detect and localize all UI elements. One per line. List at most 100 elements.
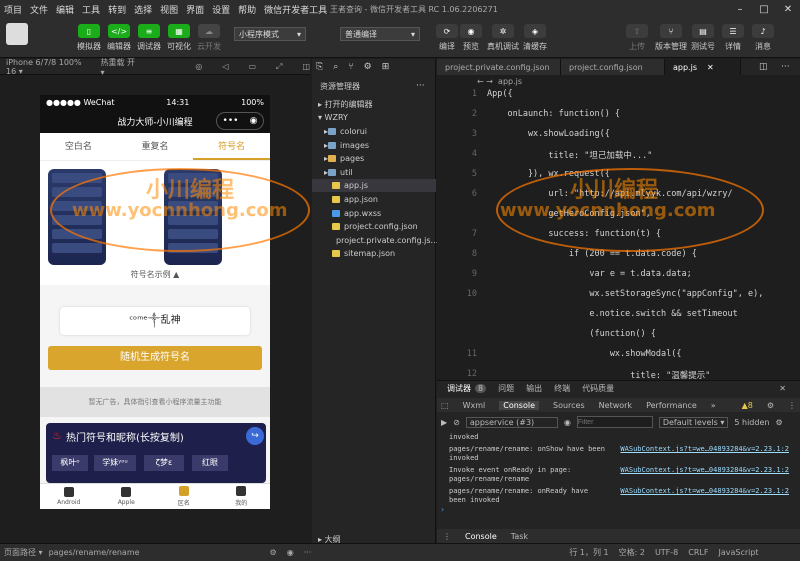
file-item[interactable]: project.private.config.js...: [312, 234, 438, 247]
hot-tag[interactable]: ζ梦ε: [144, 455, 184, 471]
log-source-link[interactable]: WASubContext.js?t=we…04893284&v=2.23.1:2: [620, 466, 789, 475]
gear-icon[interactable]: ⚙: [767, 401, 774, 410]
share-icon[interactable]: ↪: [246, 427, 264, 445]
log-source-link[interactable]: WASubContext.js?t=we…04893284&v=2.23.1:2: [620, 445, 789, 454]
more-tabs[interactable]: »: [711, 401, 716, 410]
debug-icon[interactable]: ⚙: [364, 62, 372, 72]
version-button[interactable]: ⑂ 版本管理: [655, 24, 687, 52]
gear-icon[interactable]: ⚙: [775, 418, 782, 427]
tab-output[interactable]: 输出: [526, 383, 542, 394]
menu-item-view[interactable]: 视图: [156, 3, 182, 16]
hot-reload-toggle[interactable]: 热重载 开 ▾: [100, 57, 135, 77]
folder-item[interactable]: ▸ pages: [312, 152, 436, 165]
tab-duplicate[interactable]: 重复名: [117, 133, 194, 160]
tab-task[interactable]: Task: [511, 532, 528, 541]
filter-input[interactable]: [576, 416, 653, 428]
warning-badge[interactable]: ▲8: [742, 401, 753, 410]
generate-button[interactable]: 随机生成符号名: [48, 346, 262, 370]
code-line[interactable]: wx.showLoading({: [487, 129, 610, 139]
tab-code-quality[interactable]: 代码质量: [582, 383, 614, 394]
code-line[interactable]: title: "坦己加载中...": [487, 149, 652, 161]
tab-performance[interactable]: Performance: [646, 401, 697, 410]
maximize-icon[interactable]: □: [752, 0, 776, 18]
minimize-icon[interactable]: –: [728, 0, 752, 18]
code-line[interactable]: url: "http://api.mlyyk.com/api/wzry/: [487, 189, 732, 199]
avatar[interactable]: [6, 23, 28, 45]
line-ending[interactable]: CRLF: [688, 548, 708, 557]
mode-select[interactable]: 小程序模式 ▾: [234, 27, 306, 41]
close-icon[interactable]: ✕: [707, 63, 714, 72]
forward-icon[interactable]: →: [486, 77, 493, 86]
folder-item[interactable]: ▸ util: [312, 166, 436, 179]
tab-issues[interactable]: 问题: [498, 383, 514, 394]
menu-item-devtools[interactable]: 微信开发者工具: [260, 3, 331, 16]
more-icon[interactable]: ⋮: [443, 532, 451, 541]
menu-item-settings[interactable]: 设置: [208, 3, 234, 16]
file-item[interactable]: sitemap.json: [312, 247, 436, 260]
code-line[interactable]: wx.setStorageSync("appConfig", e),: [487, 289, 763, 299]
code-line[interactable]: wx.showModal({: [487, 349, 682, 359]
popout-icon[interactable]: ◫: [302, 62, 310, 71]
levels-select[interactable]: Default levels ▾: [658, 416, 729, 428]
context-select[interactable]: appservice (#3): [465, 416, 558, 428]
menu-item-tools[interactable]: 工具: [78, 3, 104, 16]
file-item[interactable]: app.js: [312, 179, 436, 193]
gear-icon[interactable]: ⚙: [270, 548, 277, 557]
sidebar-icon[interactable]: ▶: [441, 418, 447, 427]
footer-tab-android[interactable]: Android: [40, 484, 98, 509]
close-icon[interactable]: ✕: [776, 0, 800, 18]
name-input[interactable]: ᶜᵒᵐᵉ༒乱神: [60, 307, 250, 335]
code-line[interactable]: var e = t.data.data;: [487, 269, 691, 279]
example-label[interactable]: 符号名示例 ▲: [40, 269, 270, 280]
folder-item[interactable]: ▸ images: [312, 139, 436, 152]
prompt-icon[interactable]: ›: [441, 505, 444, 514]
remote-debug-button[interactable]: ✲ 真机调试: [487, 24, 519, 52]
visual-button[interactable]: ▦ 可视化: [166, 24, 192, 52]
inspect-icon[interactable]: ⬚: [441, 401, 449, 410]
log-source-link[interactable]: WASubContext.js?t=we…04893284&v=2.23.1:2: [620, 487, 789, 496]
footer-tab-mine[interactable]: 我的: [213, 484, 271, 509]
menu-item-file[interactable]: 文件: [26, 3, 52, 16]
extensions-icon[interactable]: ⊞: [382, 62, 390, 72]
menu-item-ui[interactable]: 界面: [182, 3, 208, 16]
compile-button[interactable]: ⟳ 编译: [434, 24, 460, 52]
footer-tab-region[interactable]: 区名: [155, 484, 213, 509]
code-line[interactable]: }), wx.request({: [487, 169, 610, 179]
upload-button[interactable]: ⇧ 上传: [624, 24, 650, 52]
hot-tag[interactable]: 枫叶ᵒ: [52, 455, 88, 471]
code-line[interactable]: success: function(t) {: [487, 229, 661, 239]
code-line[interactable]: e.notice.switch && setTimeout: [487, 309, 737, 319]
editor-tab[interactable]: project.private.config.json: [437, 59, 561, 75]
file-item[interactable]: app.json: [312, 193, 436, 206]
details-button[interactable]: ☰ 详情: [720, 24, 746, 52]
tab-symbol[interactable]: 符号名: [193, 133, 270, 160]
menu-item-goto[interactable]: 转到: [104, 3, 130, 16]
editor-button[interactable]: </> 编辑器: [106, 24, 132, 52]
more-icon[interactable]: •••: [223, 116, 239, 126]
tab-sources[interactable]: Sources: [553, 401, 585, 410]
code-line[interactable]: onLaunch: function() {: [487, 109, 620, 119]
close-circle-icon[interactable]: ◉: [250, 116, 258, 126]
more-icon[interactable]: ⋮: [788, 401, 796, 410]
tab-terminal[interactable]: 终端: [554, 383, 570, 394]
eye-icon[interactable]: ◉: [287, 548, 294, 557]
git-icon[interactable]: ⑂: [348, 62, 353, 72]
menu-item-edit[interactable]: 编辑: [52, 3, 78, 16]
close-icon[interactable]: ✕: [779, 384, 786, 393]
fullscreen-icon[interactable]: ⤢: [276, 62, 282, 72]
editor-tab[interactable]: project.config.json: [561, 59, 665, 75]
folder-item[interactable]: ▸ colorui: [312, 125, 436, 138]
compile-select[interactable]: 普通编译 ▾: [340, 27, 420, 41]
encoding[interactable]: UTF-8: [655, 548, 678, 557]
cloud-button[interactable]: ☁ 云开发: [196, 24, 222, 52]
block-icon[interactable]: ⊘: [453, 418, 460, 427]
open-editors[interactable]: ▸ 打开的编辑器: [312, 98, 436, 111]
hot-tag[interactable]: 学妹ʸᵒᵘ: [94, 455, 136, 471]
code-line[interactable]: if (200 == t.data.code) {: [487, 249, 697, 259]
more-icon[interactable]: ···: [304, 548, 312, 557]
tab-debugger[interactable]: 调试器: [447, 383, 471, 394]
tab-network[interactable]: Network: [599, 401, 632, 410]
capsule-button[interactable]: ••• ◉: [216, 112, 264, 130]
file-item[interactable]: app.wxss: [312, 207, 436, 220]
hot-tag[interactable]: 红眼: [192, 455, 228, 471]
